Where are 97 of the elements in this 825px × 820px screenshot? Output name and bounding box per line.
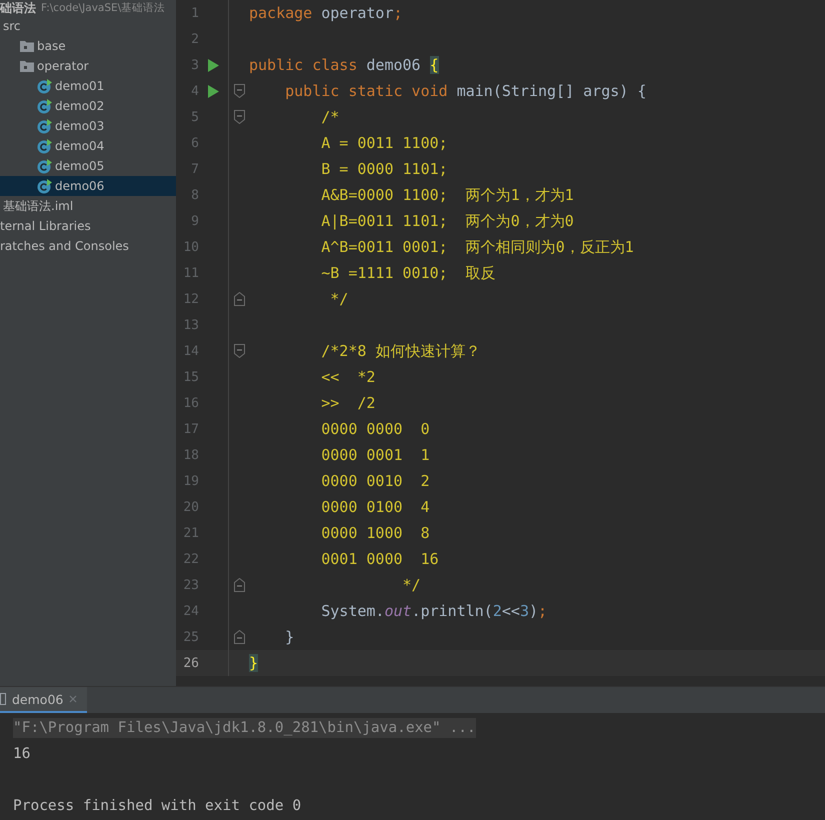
code-line: public class demo06 { [249, 56, 439, 74]
console-command: "F:\Program Files\Java\jdk1.8.0_281\bin\java.exe" ... [13, 718, 476, 738]
line-number: 18 [182, 448, 199, 462]
tree-item[interactable]: base [0, 36, 176, 56]
tree-item[interactable]: 础语法 F:\code\JavaSE\基础语法 [0, 0, 176, 16]
line-number: 20 [182, 500, 199, 514]
code-line: >> /2 [321, 394, 376, 412]
code-line: ~B =1111 0010; 取反 [321, 264, 496, 282]
line-number: 22 [182, 552, 199, 566]
class-icon [37, 178, 52, 194]
code-line: << *2 [321, 368, 376, 386]
code-line: A|B=0011 1101; 两个为0，才为0 [321, 212, 574, 230]
tree-item[interactable]: demo01 [0, 76, 176, 96]
line-number: 24 [182, 604, 199, 618]
line-number: 23 [182, 578, 199, 592]
console-output: Process finished with exit code 0 [13, 798, 302, 814]
line-number: 25 [182, 630, 199, 644]
tree-label: ternal Libraries [0, 219, 91, 233]
line-number: 12 [182, 292, 199, 306]
fold-icon[interactable] [234, 630, 244, 644]
code-line: A = 0011 1100; [321, 134, 448, 152]
run-icon[interactable] [208, 58, 219, 72]
code-line: 0000 0100 4 [321, 498, 430, 516]
line-number: 1 [190, 6, 199, 20]
tree-item[interactable]: ternal Libraries [0, 216, 176, 236]
line-number: 4 [190, 84, 199, 98]
class-icon [37, 78, 52, 94]
line-number: 10 [182, 240, 199, 254]
code-line: package operator; [249, 4, 403, 22]
class-icon [37, 158, 52, 174]
line-number: 21 [182, 526, 199, 540]
line-number: 3 [190, 58, 199, 72]
line-number: 2 [190, 32, 199, 46]
line-number: 14 [182, 344, 199, 358]
line-number: 13 [182, 318, 199, 332]
tree-label: demo05 [55, 159, 104, 173]
code-line: 0000 0000 0 [321, 420, 430, 438]
tree-label: 基础语法.iml [3, 198, 74, 214]
folder-icon [20, 40, 34, 52]
line-number: 17 [182, 422, 199, 436]
code-line: 0000 0010 2 [321, 472, 430, 490]
code-line: 0000 1000 8 [321, 524, 430, 542]
code-line: A^B=0011 0001; 两个相同则为0，反正为1 [321, 238, 634, 256]
line-number: 26 [182, 656, 199, 670]
code-line: */ [402, 576, 421, 594]
code-line: B = 0000 1101; [321, 160, 448, 178]
class-icon [37, 98, 52, 114]
line-number: 7 [190, 162, 199, 176]
code-line: A&B=0000 1100; 两个为1，才为1 [321, 186, 574, 204]
run-icon[interactable] [208, 84, 219, 98]
line-number: 8 [190, 188, 199, 202]
tree-item[interactable]: operator [0, 56, 176, 76]
class-icon [37, 138, 52, 154]
tree-label: ratches and Consoles [0, 239, 129, 253]
tree-item[interactable]: demo05 [0, 156, 176, 176]
code-line: /*2*8 如何快速计算？ [321, 342, 480, 360]
tree-item[interactable]: ratches and Consoles [0, 236, 176, 256]
line-number: 16 [182, 396, 199, 410]
tree-item[interactable]: demo04 [0, 136, 176, 156]
tree-label: base [37, 39, 66, 53]
tree-label: operator [37, 59, 89, 73]
tree-label: demo04 [55, 139, 104, 153]
fold-icon[interactable] [234, 292, 244, 306]
fold-icon[interactable] [234, 84, 244, 98]
tree-label: 础语法 [0, 0, 36, 16]
tree-label: demo02 [55, 99, 104, 113]
tree-label: demo03 [55, 119, 104, 133]
console-icon [0, 693, 6, 705]
code-line: 0001 0000 16 [321, 550, 439, 568]
tree-item[interactable]: demo02 [0, 96, 176, 116]
line-number: 5 [190, 110, 199, 124]
tree-item[interactable]: demo03 [0, 116, 176, 136]
tree-item[interactable]: 基础语法.iml [0, 196, 176, 216]
line-number: 15 [182, 370, 199, 384]
folder-icon [20, 60, 34, 72]
code-line: public static void main(String[] args) { [285, 82, 646, 100]
line-number: 19 [182, 474, 199, 488]
tree-label: demo06 [55, 179, 104, 193]
tree-item[interactable]: demo06 [0, 176, 176, 196]
code-line: 0000 0001 1 [321, 446, 430, 464]
fold-icon[interactable] [234, 344, 244, 358]
code-line: } [285, 628, 294, 646]
fold-icon[interactable] [234, 578, 244, 592]
fold-icon[interactable] [234, 110, 244, 124]
line-number: 9 [190, 214, 199, 228]
code-line: /* [321, 108, 340, 126]
run-tab[interactable]: demo06 [0, 687, 88, 713]
line-number: 6 [190, 136, 199, 150]
tree-label: demo01 [55, 79, 104, 93]
class-icon [37, 118, 52, 134]
line-number: 11 [182, 266, 199, 280]
code-line: */ [330, 290, 348, 308]
tree-label: src [3, 19, 21, 33]
project-path: F:\code\JavaSE\基础语法 [41, 1, 166, 15]
tree-item[interactable]: src [0, 16, 176, 36]
code-line: System.out.println(2<<3); [321, 602, 548, 620]
console-output: 16 [13, 746, 30, 762]
